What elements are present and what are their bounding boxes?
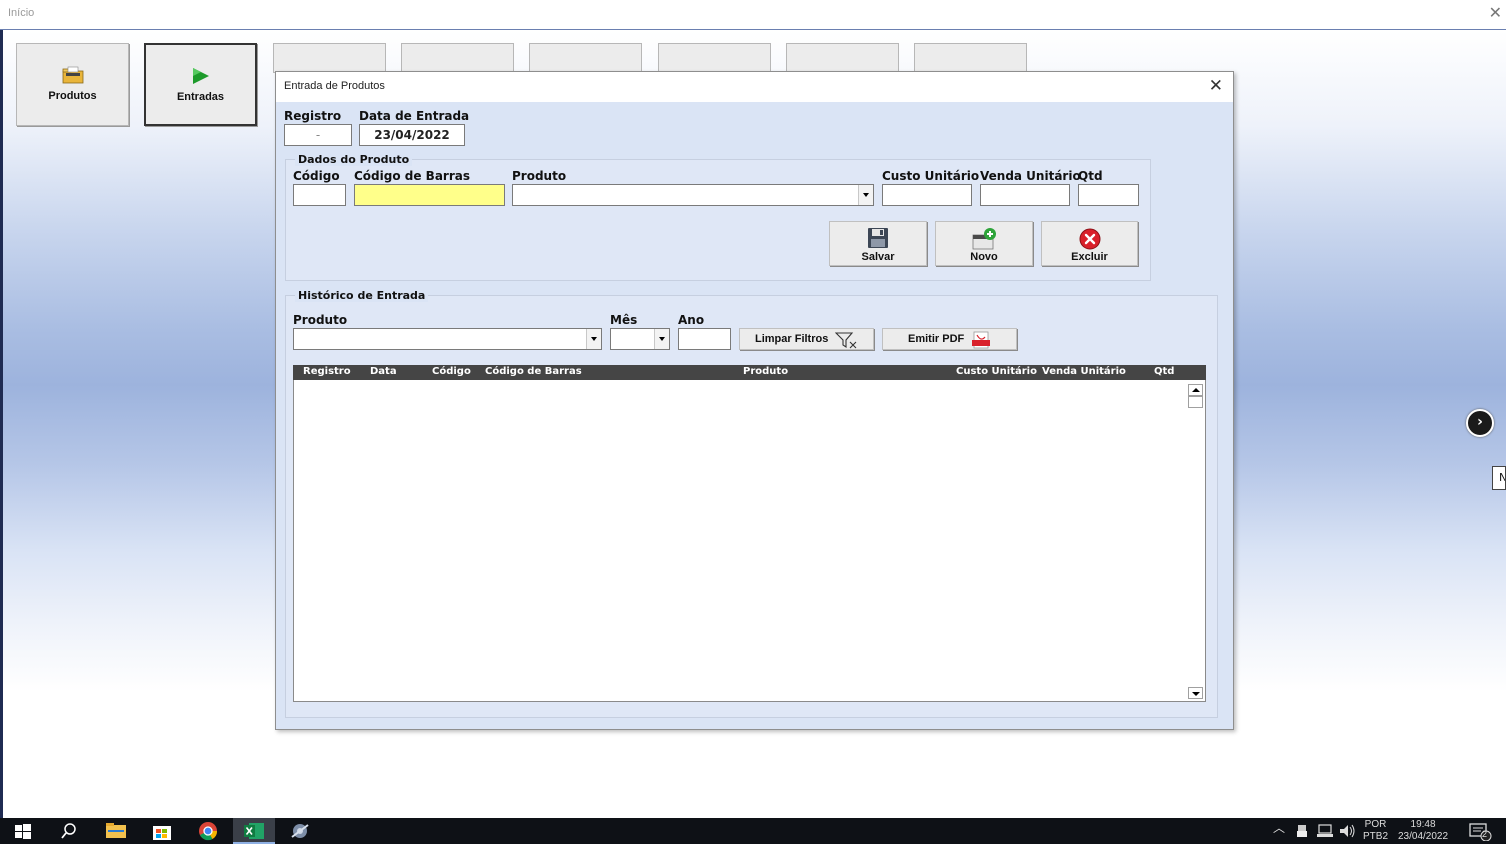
nav-button-4[interactable]	[401, 43, 514, 73]
nav-entradas-label: Entradas	[176, 91, 225, 103]
registro-label: Registro	[284, 109, 342, 123]
venda-unitario-input[interactable]	[980, 184, 1070, 206]
taskbar: ︿ POR PTB2 19:48 23/04/2022 2	[0, 818, 1506, 844]
nav-produtos-button[interactable]: Produtos	[16, 43, 129, 126]
salvar-button[interactable]: Salvar	[829, 221, 927, 266]
chevron-down-icon[interactable]	[586, 329, 601, 349]
dialog-close-icon[interactable]: ✕	[1209, 76, 1223, 96]
store-icon[interactable]	[151, 821, 173, 841]
historico-caption: Histórico de Entrada	[295, 289, 429, 302]
custo-unitario-label: Custo Unitário	[882, 169, 980, 183]
nav-button-3[interactable]	[273, 43, 386, 73]
col-produto[interactable]: Produto	[743, 366, 788, 377]
tray-chevron-up-icon[interactable]: ︿	[1273, 822, 1285, 834]
col-qtd[interactable]: Qtd	[1154, 366, 1174, 377]
data-entrada-label: Data de Entrada	[359, 109, 470, 123]
qtd-input[interactable]	[1078, 184, 1139, 206]
usb-icon[interactable]	[1296, 821, 1308, 841]
historico-table-header: Registro Data Código Código de Barras Pr…	[293, 365, 1206, 380]
clock-time: 19:48	[1410, 819, 1436, 830]
app-title: Início	[8, 7, 35, 19]
col-codigo-barras[interactable]: Código de Barras	[485, 366, 582, 377]
novo-button[interactable]: Novo	[935, 221, 1033, 266]
app-gear-icon[interactable]	[288, 821, 312, 841]
novo-label: Novo	[970, 251, 998, 263]
codigo-barras-label: Código de Barras	[354, 169, 470, 183]
col-data[interactable]: Data	[370, 366, 397, 377]
next-arrow-icon[interactable]: ›	[1466, 409, 1494, 437]
historico-list[interactable]	[293, 380, 1206, 702]
language-indicator[interactable]: POR PTB2	[1363, 819, 1388, 843]
excel-taskbar-active[interactable]	[233, 818, 275, 844]
app-close-icon[interactable]: ✕	[1489, 3, 1502, 22]
clear-filter-icon	[834, 331, 859, 352]
limpar-filtros-label: Limpar Filtros	[755, 333, 829, 345]
scroll-thumb[interactable]	[1188, 396, 1203, 408]
folder-icon	[62, 66, 84, 88]
ano-label: Ano	[678, 313, 705, 327]
network-icon[interactable]	[1316, 821, 1334, 841]
chevron-down-icon[interactable]	[858, 185, 873, 205]
col-registro[interactable]: Registro	[303, 366, 351, 377]
pdf-file-icon	[971, 331, 991, 352]
dados-produto-caption: Dados do Produto	[295, 153, 413, 166]
mes-select[interactable]	[610, 328, 670, 350]
search-icon[interactable]	[60, 821, 78, 841]
qtd-label: Qtd	[1078, 169, 1103, 183]
dialog-title: Entrada de Produtos	[284, 80, 385, 92]
custo-unitario-input[interactable]	[882, 184, 972, 206]
chevron-down-icon[interactable]	[654, 329, 669, 349]
save-disk-icon	[867, 227, 889, 253]
dialog-title-bar: Entrada de Produtos ✕	[276, 72, 1233, 102]
ano-input[interactable]	[678, 328, 731, 350]
nav-button-5[interactable]	[529, 43, 642, 73]
codigo-input[interactable]	[293, 184, 346, 206]
windows-start-icon[interactable]	[14, 821, 32, 841]
scroll-down-icon[interactable]	[1188, 687, 1203, 699]
salvar-label: Salvar	[861, 251, 895, 263]
app-title-bar: Início ✕	[0, 0, 1506, 30]
registro-field[interactable]: -	[284, 124, 352, 146]
col-venda-unitario[interactable]: Venda Unitário	[1042, 366, 1126, 377]
chrome-icon[interactable]	[197, 821, 219, 841]
codigo-label: Código	[293, 169, 340, 183]
col-custo-unitario[interactable]: Custo Unitário	[956, 366, 1037, 377]
vertical-scrollbar[interactable]	[1188, 382, 1203, 700]
nav-entradas-button[interactable]: Entradas	[144, 43, 257, 126]
language-primary: POR	[1364, 819, 1387, 830]
notification-count: 2	[1482, 829, 1488, 839]
file-explorer-icon[interactable]	[105, 821, 127, 841]
notification-icon[interactable]	[1468, 821, 1494, 842]
mes-label: Mês	[610, 313, 638, 327]
excel-icon[interactable]	[243, 821, 265, 841]
excluir-label: Excluir	[1071, 251, 1108, 263]
nav-produtos-label: Produtos	[48, 90, 97, 102]
clock[interactable]: 19:48 23/04/2022	[1398, 819, 1448, 843]
produto-select[interactable]	[512, 184, 874, 206]
play-arrow-icon	[191, 67, 211, 89]
filtro-produto-label: Produto	[293, 313, 348, 327]
col-codigo[interactable]: Código	[432, 366, 471, 377]
limpar-filtros-button[interactable]: Limpar Filtros	[739, 328, 874, 350]
produto-label: Produto	[512, 169, 567, 183]
excluir-button[interactable]: Excluir	[1041, 221, 1138, 266]
nav-button-7[interactable]	[786, 43, 899, 73]
scroll-up-icon[interactable]	[1188, 384, 1203, 396]
side-tab[interactable]: N	[1492, 466, 1506, 490]
nav-button-6[interactable]	[658, 43, 771, 73]
nav-button-8[interactable]	[914, 43, 1027, 73]
emitir-pdf-button[interactable]: Emitir PDF	[882, 328, 1017, 350]
clock-date: 23/04/2022	[1398, 831, 1449, 842]
venda-unitario-label: Venda Unitário	[980, 169, 1081, 183]
data-entrada-field[interactable]: 23/04/2022	[359, 124, 465, 146]
language-secondary: PTB2	[1363, 831, 1389, 842]
codigo-barras-input[interactable]	[354, 184, 505, 206]
volume-icon[interactable]	[1338, 821, 1358, 841]
filtro-produto-select[interactable]	[293, 328, 602, 350]
emitir-pdf-label: Emitir PDF	[908, 333, 965, 345]
